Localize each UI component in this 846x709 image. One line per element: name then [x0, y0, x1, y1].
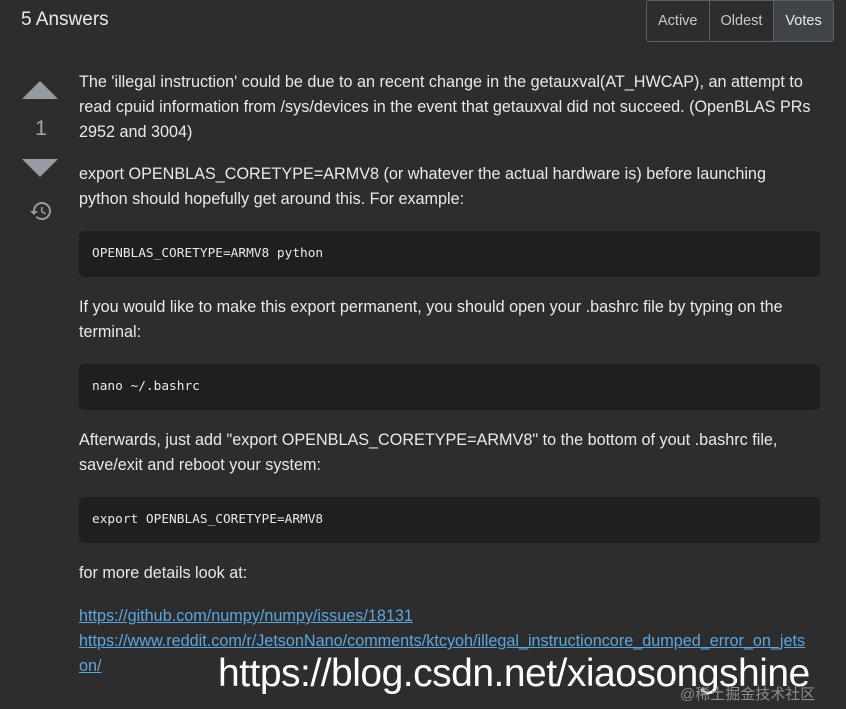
history-icon[interactable]: [29, 199, 53, 223]
link-github-issue[interactable]: https://github.com/numpy/numpy/issues/18…: [79, 604, 821, 629]
code-block-3: export OPENBLAS_CORETYPE=ARMV8: [79, 497, 820, 543]
sort-tab-active[interactable]: Active: [647, 1, 710, 41]
answer-paragraph-5: for more details look at:: [79, 564, 248, 582]
code-block-2: nano ~/.bashrc: [79, 364, 820, 410]
code-block-1: OPENBLAS_CORETYPE=ARMV8 python: [79, 231, 820, 277]
sort-tabs: Active Oldest Votes: [646, 0, 834, 42]
watermark-secondary: @稀土掘金技术社区: [680, 686, 816, 703]
downvote-arrow-icon[interactable]: [22, 159, 58, 177]
answer-paragraph-3: If you would like to make this export pe…: [79, 298, 783, 341]
sort-tab-votes[interactable]: Votes: [774, 1, 833, 41]
answers-count: 5 Answers: [21, 9, 109, 30]
sort-tab-oldest[interactable]: Oldest: [709, 1, 775, 41]
answer-body: The 'illegal instruction' could be due t…: [79, 70, 821, 679]
vote-count: 1: [35, 117, 47, 140]
upvote-arrow-icon[interactable]: [22, 81, 58, 99]
answer-paragraph-4: Afterwards, just add "export OPENBLAS_CO…: [79, 431, 778, 474]
answer-paragraph-2: export OPENBLAS_CORETYPE=ARMV8 (or whate…: [79, 165, 766, 208]
answers-header: 5 Answers Active Oldest Votes: [0, 0, 846, 42]
answer-paragraph-1: The 'illegal instruction' could be due t…: [79, 73, 811, 141]
